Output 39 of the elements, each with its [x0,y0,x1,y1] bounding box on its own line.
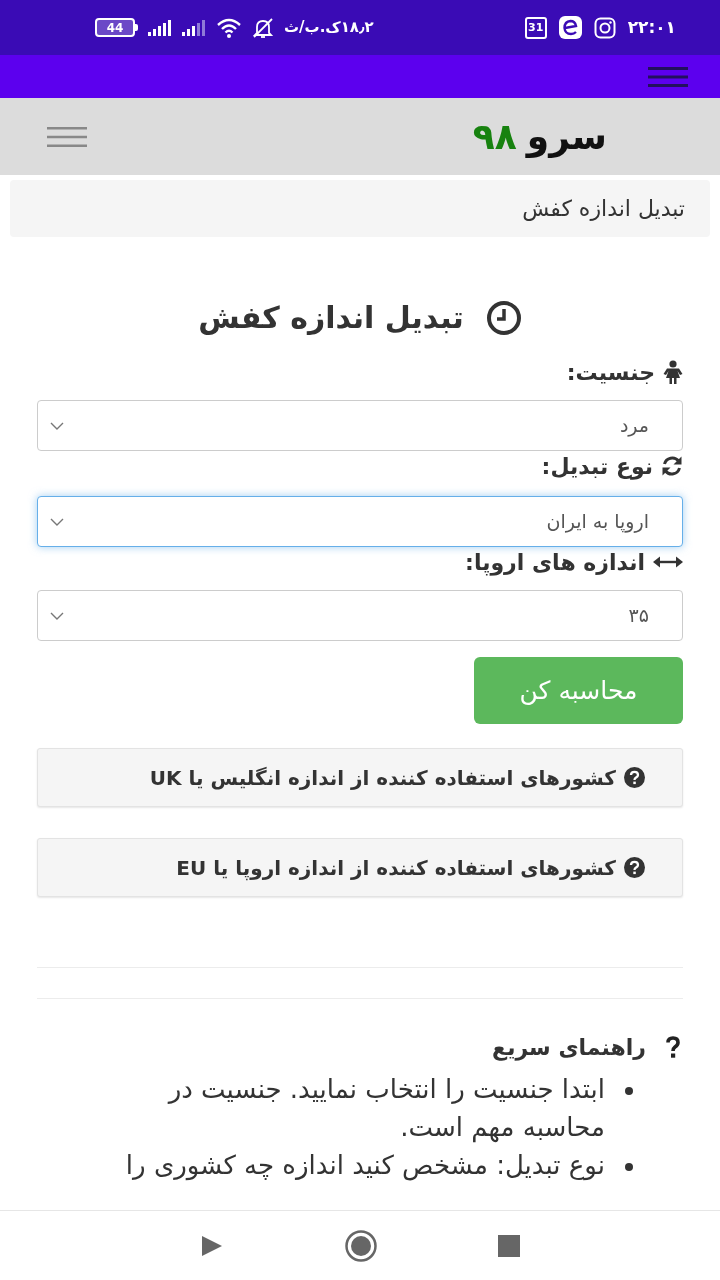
person-icon [663,360,683,384]
field-label: نوع تبدیل: [541,452,653,482]
size-select[interactable]: ۳۵ [37,590,683,641]
question-circle-icon [624,767,645,788]
signal-icon [182,19,206,36]
bell-off-icon [252,16,274,39]
field-label: جنسیت: [566,358,655,387]
chevron-down-icon [50,611,64,620]
accordion-header[interactable]: کشورهای استفاده کننده از اندازه انگلیس یا UK [37,748,683,807]
clock-time: ۲۲:۰۱ [627,15,676,39]
chevron-down-icon [50,517,64,526]
triangle-icon[interactable] [200,1233,224,1258]
field-label: اندازه های اروپا: [465,548,645,578]
help-title: راهنمای سریع [492,1033,646,1063]
menu-icon[interactable] [47,126,87,147]
horizontal-arrows-icon [653,556,683,568]
clock-icon [485,300,522,336]
bullet-icon [625,1087,633,1095]
wifi-icon [216,17,242,38]
question-circle-icon [624,857,645,878]
app-icon [558,16,582,39]
network-speed: ۱۸٫۲ک.ب/ث [284,17,374,39]
camera-icon [593,16,616,39]
question-icon [666,1036,680,1058]
refresh-icon [661,455,683,477]
help-text: ابتدا جنسیت را انتخاب نمایید. جنسیت در محاسبه مهم است. [166,1073,605,1145]
calendar-day: 31 [524,16,547,39]
square-icon[interactable] [498,1234,520,1257]
conversion-type-select[interactable]: اروپا به ایران [37,496,683,547]
gender-select[interactable]: مرد [37,400,683,451]
bullet-icon [625,1163,633,1171]
page-title: تبدیل اندازه کفش [198,299,464,337]
chevron-down-icon [50,421,64,430]
breadcrumb: تبدیل اندازه کفش [10,180,710,237]
help-text: نوع تبدیل: مشخص کنید اندازه چه کشوری را [125,1149,605,1183]
circle-icon[interactable] [345,1229,377,1262]
signal-icon [148,19,172,36]
battery-indicator: 44 [95,18,138,37]
accordion-header[interactable]: کشورهای استفاده کننده از اندازه اروپا یا EU [37,838,683,897]
